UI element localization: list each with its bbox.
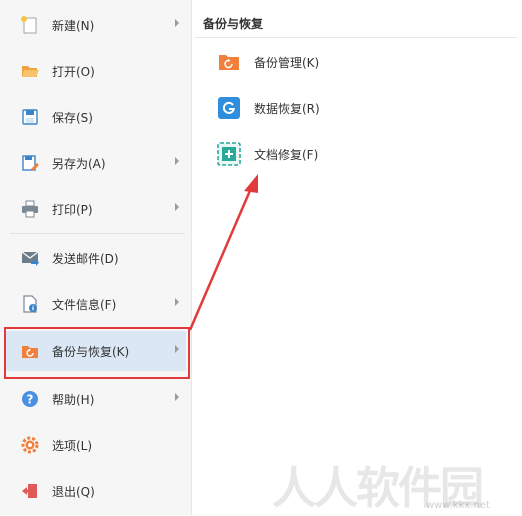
annotation-arrow — [188, 174, 258, 331]
watermark-url: www.kkx.net — [426, 500, 490, 511]
